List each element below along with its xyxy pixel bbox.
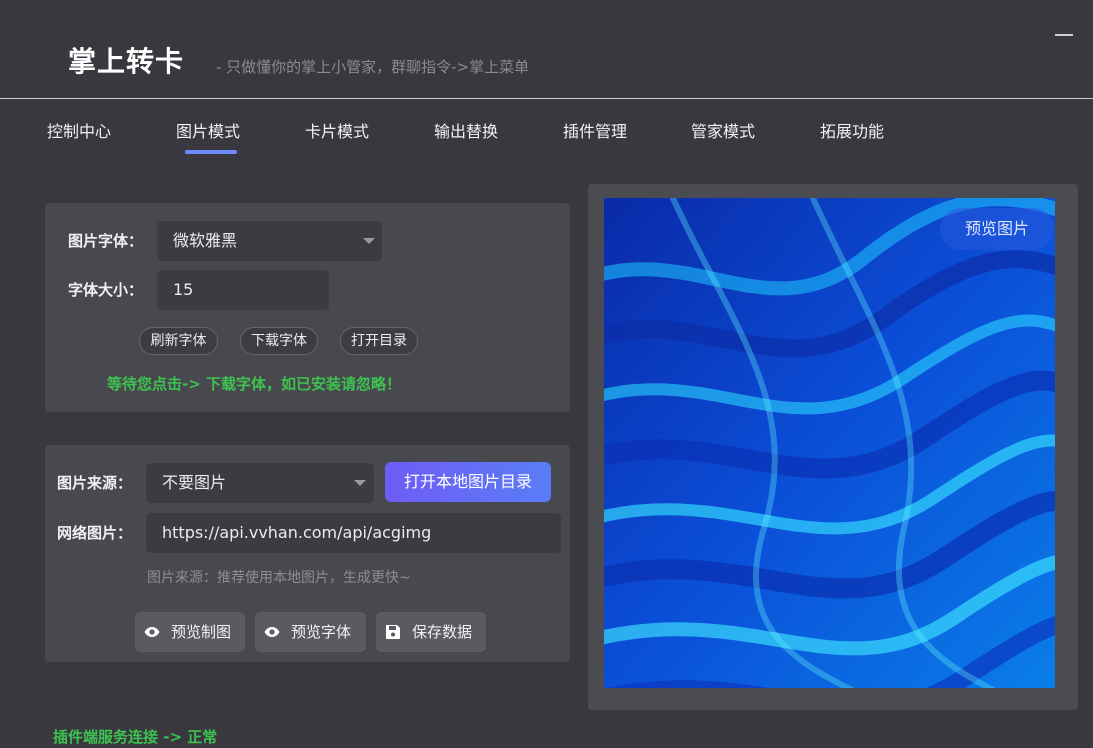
open-directory-button[interactable]: 打开目录 <box>340 327 418 355</box>
image-source-value: 不要图片 <box>162 473 227 492</box>
header-divider <box>0 98 1093 99</box>
image-source-hint: 图片来源：推荐使用本地图片，生成更快~ <box>147 570 411 586</box>
tab-label: 管家模式 <box>691 122 756 141</box>
button-label: 预览字体 <box>291 623 352 641</box>
connection-status: 插件端服务连接 -> 正常 <box>53 728 218 746</box>
preview-draw-button[interactable]: 预览制图 <box>135 612 245 652</box>
font-size-input[interactable]: 15 <box>157 270 329 310</box>
tab-butler-mode[interactable]: 管家模式 <box>691 118 755 142</box>
tab-label: 卡片模式 <box>305 122 370 141</box>
tab-label: 拓展功能 <box>820 122 885 141</box>
tab-label: 控制中心 <box>47 122 112 141</box>
network-image-input[interactable]: https://api.vvhan.com/api/acgimg <box>146 513 561 553</box>
network-label: 网络图片： <box>57 524 133 542</box>
active-tab-indicator <box>185 150 237 154</box>
tab-control-center[interactable]: 控制中心 <box>47 118 111 142</box>
app-title: 掌上转卡 <box>68 45 185 78</box>
tab-label: 输出替换 <box>434 122 499 141</box>
tab-bar: 控制中心 图片模式 卡片模式 输出替换 插件管理 管家模式 拓展功能 <box>0 112 1093 162</box>
app-subtitle: - 只做懂你的掌上小管家，群聊指令->掌上菜单 <box>216 58 530 76</box>
chevron-down-icon <box>354 480 366 486</box>
tab-label: 图片模式 <box>176 122 241 141</box>
size-label: 字体大小： <box>68 281 144 299</box>
button-label: 保存数据 <box>412 623 473 641</box>
tab-card-mode[interactable]: 卡片模式 <box>305 118 369 142</box>
network-image-value: https://api.vvhan.com/api/acgimg <box>162 523 432 542</box>
minimize-button[interactable] <box>1055 34 1073 36</box>
floppy-disk-icon <box>386 625 400 639</box>
open-local-image-dir-button[interactable]: 打开本地图片目录 <box>385 462 551 502</box>
source-label: 图片来源： <box>57 474 133 492</box>
font-label: 图片字体： <box>68 232 144 250</box>
font-size-value: 15 <box>173 280 194 299</box>
download-font-button[interactable]: 下载字体 <box>240 327 318 355</box>
preview-image <box>604 198 1055 688</box>
tab-plugin-manage[interactable]: 插件管理 <box>563 118 627 142</box>
eye-icon <box>264 627 280 637</box>
font-select-value: 微软雅黑 <box>173 231 238 250</box>
eye-icon <box>144 627 160 637</box>
preview-font-button[interactable]: 预览字体 <box>255 612 366 652</box>
tab-output-replace[interactable]: 输出替换 <box>434 118 498 142</box>
image-source-select[interactable]: 不要图片 <box>146 463 374 503</box>
tab-image-mode[interactable]: 图片模式 <box>176 118 241 154</box>
refresh-font-button[interactable]: 刷新字体 <box>139 327 218 355</box>
button-label: 预览制图 <box>171 623 232 641</box>
font-select[interactable]: 微软雅黑 <box>157 221 382 261</box>
abstract-wave-image <box>604 198 1055 688</box>
tab-label: 插件管理 <box>563 122 628 141</box>
preview-image-badge[interactable]: 预览图片 <box>940 208 1054 250</box>
save-data-button[interactable]: 保存数据 <box>376 612 486 652</box>
chevron-down-icon <box>363 238 375 244</box>
tab-extensions[interactable]: 拓展功能 <box>820 118 884 142</box>
font-hint: 等待您点击-> 下载字体，如已安装请忽略！ <box>107 375 402 393</box>
